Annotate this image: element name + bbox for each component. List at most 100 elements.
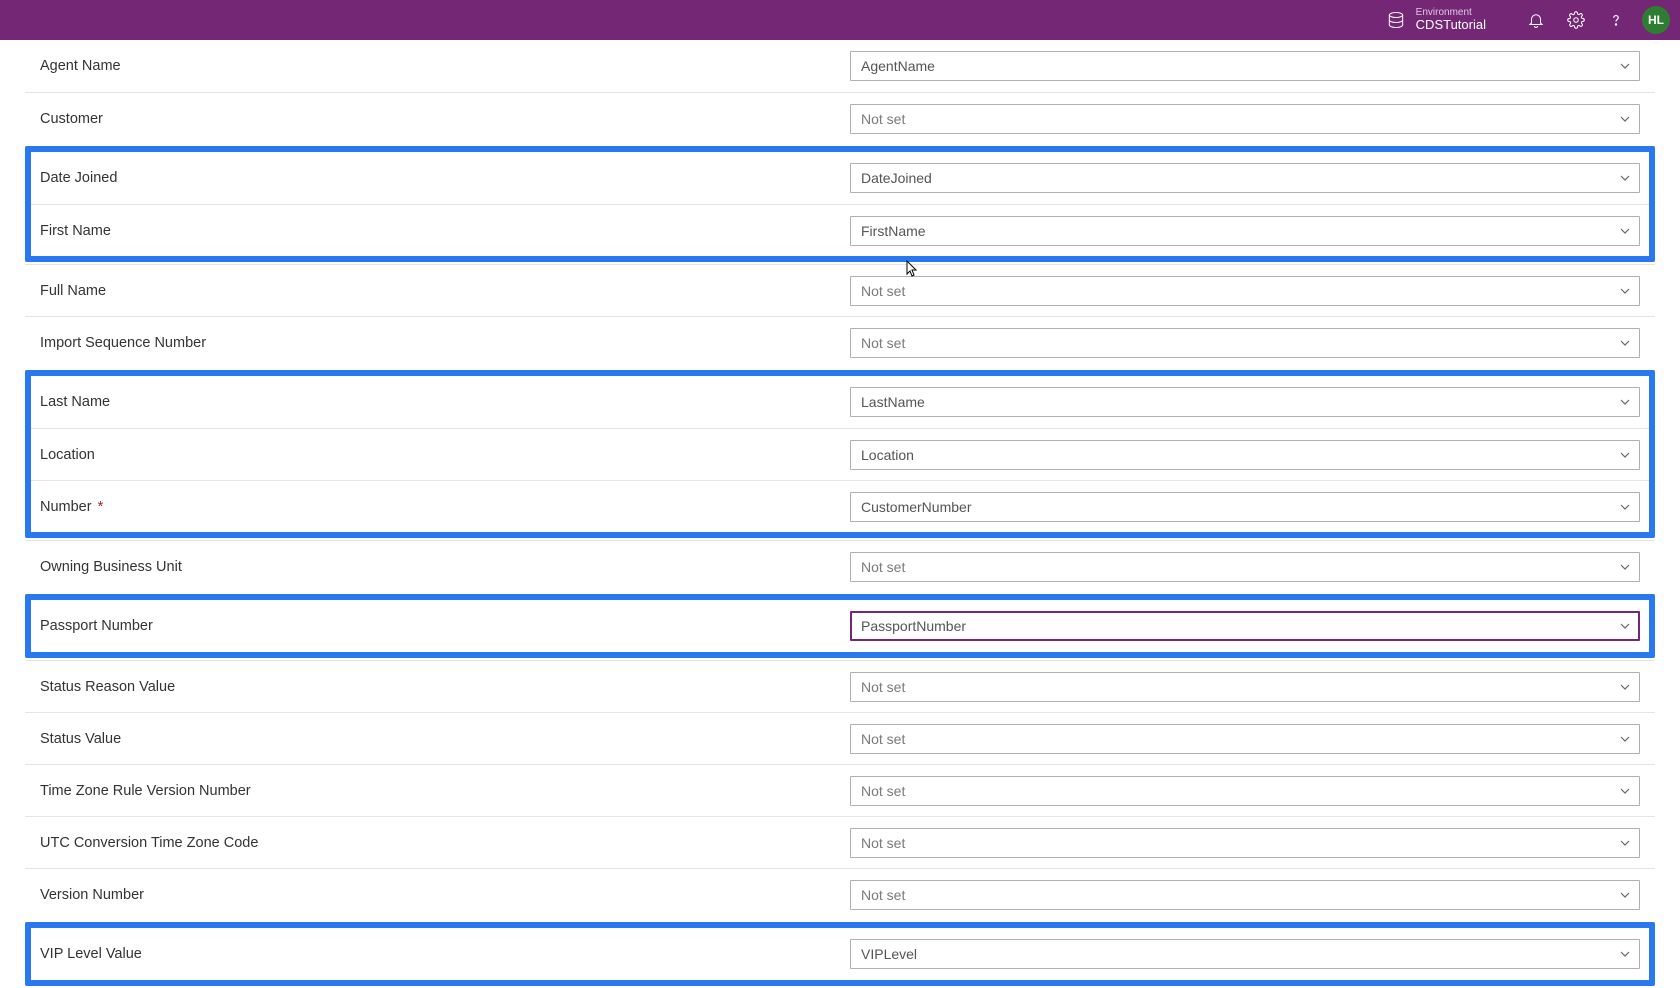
chevron-down-icon xyxy=(1619,60,1631,72)
mapping-dropdown[interactable]: Not set xyxy=(850,276,1640,306)
field-label: VIP Level Value xyxy=(40,946,850,962)
highlight-group: Passport Number PassportNumber xyxy=(25,594,1655,658)
mapping-dropdown[interactable]: Not set xyxy=(850,552,1640,582)
dropdown-value: AgentName xyxy=(861,58,935,74)
dropdown-value: FirstName xyxy=(861,223,926,239)
environment-text: Environment CDSTutorial xyxy=(1416,7,1486,32)
chevron-down-icon xyxy=(1619,561,1631,573)
field-control: Not set xyxy=(850,552,1640,582)
mapping-dropdown[interactable]: Not set xyxy=(850,724,1640,754)
field-control: DateJoined xyxy=(850,163,1640,193)
field-row: VIP Level Value VIPLevel xyxy=(31,928,1649,980)
dropdown-value: Not set xyxy=(861,731,905,747)
field-label: First Name xyxy=(40,223,850,239)
field-row: Status Reason Value Not set xyxy=(25,660,1655,712)
dropdown-value: DateJoined xyxy=(861,170,932,186)
mapping-dropdown[interactable]: Not set xyxy=(850,776,1640,806)
chevron-down-icon xyxy=(1619,501,1631,513)
field-control: CustomerNumber xyxy=(850,492,1640,522)
chevron-down-icon xyxy=(1619,948,1631,960)
field-control: Not set xyxy=(850,276,1640,306)
field-control: VIPLevel xyxy=(850,939,1640,969)
chevron-down-icon xyxy=(1619,733,1631,745)
field-label: Passport Number xyxy=(40,618,850,634)
chevron-down-icon xyxy=(1619,449,1631,461)
environment-name: CDSTutorial xyxy=(1416,18,1486,32)
field-control: Not set xyxy=(850,328,1640,358)
user-avatar[interactable]: HL xyxy=(1642,6,1670,34)
chevron-down-icon xyxy=(1619,113,1631,125)
chevron-down-icon xyxy=(1619,889,1631,901)
dropdown-value: Not set xyxy=(861,783,905,799)
field-control: LastName xyxy=(850,387,1640,417)
field-label: Owning Business Unit xyxy=(40,559,850,575)
field-row: Owning Business UnitNot set xyxy=(25,540,1655,592)
chevron-down-icon xyxy=(1619,225,1631,237)
dropdown-value: Location xyxy=(861,447,914,463)
chevron-down-icon xyxy=(1619,172,1631,184)
highlight-group: VIP Level Value VIPLevel xyxy=(25,922,1655,986)
field-row: Passport Number PassportNumber xyxy=(31,600,1649,652)
dropdown-value: CustomerNumber xyxy=(861,499,971,515)
field-control: Not set xyxy=(850,724,1640,754)
field-control: Location xyxy=(850,440,1640,470)
required-indicator: * xyxy=(94,499,104,515)
highlight-group: Date Joined DateJoined First Name FirstName xyxy=(25,146,1655,262)
environment-block[interactable]: Environment CDSTutorial xyxy=(1386,7,1486,32)
mapping-dropdown[interactable]: Location xyxy=(850,440,1640,470)
mapping-dropdown[interactable]: PassportNumber xyxy=(850,611,1640,641)
mapping-dropdown[interactable]: Not set xyxy=(850,328,1640,358)
mapping-dropdown[interactable]: CustomerNumber xyxy=(850,492,1640,522)
field-label: Number * xyxy=(40,499,850,515)
field-label: Version Number xyxy=(40,887,850,903)
field-label: Date Joined xyxy=(40,170,850,186)
mapping-dropdown[interactable]: DateJoined xyxy=(850,163,1640,193)
dropdown-value: Not set xyxy=(861,283,905,299)
chevron-down-icon xyxy=(1619,681,1631,693)
field-control: Not set xyxy=(850,880,1640,910)
field-control: FirstName xyxy=(850,216,1640,246)
field-label: Status Value xyxy=(40,731,850,747)
dropdown-value: Not set xyxy=(861,679,905,695)
dropdown-value: PassportNumber xyxy=(861,618,966,634)
field-label: Status Reason Value xyxy=(40,679,850,695)
avatar-initials: HL xyxy=(1648,13,1664,27)
field-control: Not set xyxy=(850,672,1640,702)
mapping-dropdown[interactable]: Not set xyxy=(850,880,1640,910)
app-header: Environment CDSTutorial HL xyxy=(0,0,1680,40)
mapping-dropdown[interactable]: LastName xyxy=(850,387,1640,417)
field-control: AgentName xyxy=(850,51,1640,81)
field-row: First Name FirstName xyxy=(31,204,1649,256)
mapping-dropdown[interactable]: Not set xyxy=(850,672,1640,702)
field-control: Not set xyxy=(850,828,1640,858)
field-label: UTC Conversion Time Zone Code xyxy=(40,835,850,851)
dropdown-value: LastName xyxy=(861,394,925,410)
settings-icon[interactable] xyxy=(1556,0,1596,40)
field-row: Time Zone Rule Version NumberNot set xyxy=(25,764,1655,816)
field-row: UTC Conversion Time Zone CodeNot set xyxy=(25,816,1655,868)
mapping-dropdown[interactable]: Not set xyxy=(850,104,1640,134)
highlight-group: Last NameLastNameLocationLocationNumber … xyxy=(25,370,1655,538)
field-label: Full Name xyxy=(40,283,850,299)
mapping-dropdown[interactable]: AgentName xyxy=(850,51,1640,81)
help-icon[interactable] xyxy=(1596,0,1636,40)
mapping-dropdown[interactable]: FirstName xyxy=(850,216,1640,246)
mapping-dropdown[interactable]: Not set xyxy=(850,828,1640,858)
field-row: Number * CustomerNumber xyxy=(31,480,1649,532)
chevron-down-icon xyxy=(1619,620,1631,632)
field-row: Date Joined DateJoined xyxy=(31,152,1649,204)
field-label: Agent Name xyxy=(40,58,850,74)
notifications-icon[interactable] xyxy=(1516,0,1556,40)
field-row: Customer Not set xyxy=(25,92,1655,144)
field-label: Location xyxy=(40,447,850,463)
field-row: Full Name Not set xyxy=(25,264,1655,316)
field-control: Not set xyxy=(850,104,1640,134)
dropdown-value: Not set xyxy=(861,111,905,127)
dropdown-value: VIPLevel xyxy=(861,946,917,962)
field-row: Import Sequence NumberNot set xyxy=(25,316,1655,368)
field-row: Agent Name AgentName xyxy=(25,40,1655,92)
field-label: Customer xyxy=(40,111,850,127)
field-row: Version NumberNot set xyxy=(25,868,1655,920)
mapping-dropdown[interactable]: VIPLevel xyxy=(850,939,1640,969)
chevron-down-icon xyxy=(1619,337,1631,349)
